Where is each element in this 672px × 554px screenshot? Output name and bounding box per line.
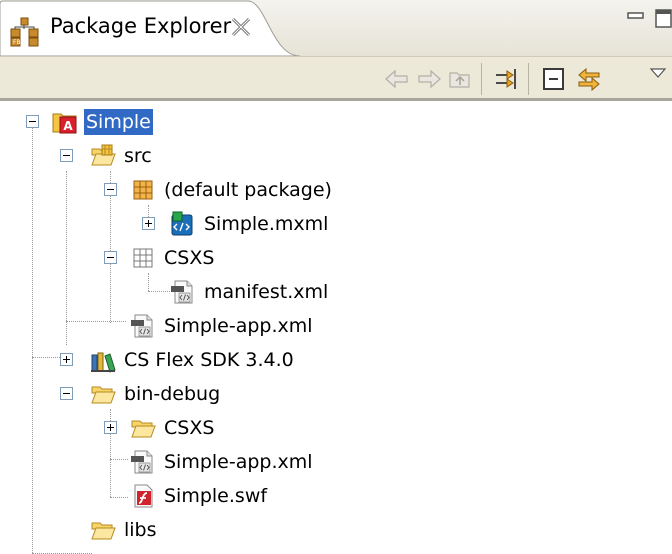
maximize-icon[interactable] [654,8,672,30]
folder-icon [90,381,116,407]
project-tree[interactable]: A Simple src (default package) Simple.mx… [0,101,672,554]
toolbar-separator [528,63,529,95]
collapse-toggle[interactable] [60,387,73,400]
tree-guide-line [148,291,170,292]
tree-node-csxs-folder[interactable]: CSXS [130,411,216,445]
tree-node-label: Simple-app.xml [164,315,313,337]
tree-guide-line [110,497,128,498]
tree-guide-line [32,357,60,358]
tree-node-label: (default package) [164,179,332,201]
tree-node-simple-app-xml[interactable]: Simple-app.xml [130,309,315,343]
tree-node-label: Simple [84,109,153,135]
tree-node-csxs-package[interactable]: CSXS [130,241,216,275]
library-icon [91,352,116,373]
package-icon [133,180,153,200]
xml-file-icon [170,279,196,305]
tree-guide-line [148,273,149,291]
view-toolbar [0,56,672,99]
tree-node-bin-debug[interactable]: bin-debug [90,377,222,411]
empty-package-icon [133,248,153,268]
package-explorer-tab[interactable]: FB Package Explorer [0,0,300,56]
tree-node-default-package[interactable]: (default package) [130,173,334,207]
tree-node-manifest-xml[interactable]: manifest.xml [170,275,330,309]
mxml-file-icon [171,211,193,236]
collapse-toggle[interactable] [60,149,73,162]
tree-node-label: Simple-app.xml [164,451,313,473]
svg-text:A: A [63,119,73,133]
tree-node-label: Simple.mxml [204,213,329,235]
svg-text:FB: FB [13,39,21,46]
tree-node-label: CS Flex SDK 3.4.0 [124,349,294,371]
view-title: Package Explorer [50,14,232,38]
package-explorer-icon: FB [10,17,40,47]
tree-node-src[interactable]: src [90,139,154,173]
tree-node-label: bin-debug [124,383,221,405]
tree-node-label: Simple.swf [164,485,268,507]
swf-file-icon [134,484,153,508]
package-explorer-view: FB Package Explorer A Simple src (defaul… [0,0,672,554]
collapse-all-icon[interactable] [540,65,568,93]
view-menu-icon[interactable] [646,65,672,93]
view-tab-bar: FB Package Explorer [0,0,672,56]
tree-node-label: CSXS [164,417,215,439]
xml-file-icon [130,449,156,475]
tree-node-label: src [124,145,152,167]
expand-toggle[interactable] [60,353,73,366]
up-folder-icon[interactable] [446,65,474,93]
forward-arrow-icon[interactable] [415,65,443,93]
tree-guide-line [32,121,33,553]
back-arrow-icon[interactable] [383,65,411,93]
folder-icon [90,517,116,543]
close-icon[interactable] [229,15,253,39]
collapse-toggle[interactable] [104,251,117,264]
source-folder-icon [90,144,116,169]
tree-node-simple-app-xml[interactable]: Simple-app.xml [130,445,315,479]
tree-node-label: manifest.xml [204,281,329,303]
flex-project-icon: A [52,113,77,134]
filter-icon[interactable] [493,65,521,93]
xml-file-icon [130,313,156,339]
tree-guide-line [66,171,67,345]
tree-node-libs[interactable]: libs [90,513,159,547]
link-with-editor-icon[interactable] [575,65,603,93]
collapse-toggle[interactable] [104,183,117,196]
tree-node-simple-swf[interactable]: Simple.swf [130,479,269,513]
collapse-toggle[interactable] [26,115,39,128]
tree-node-simple[interactable]: A Simple [52,105,153,139]
tree-node-simple-mxml[interactable]: Simple.mxml [170,207,330,241]
tree-node-label: libs [124,519,157,541]
tree-guide-line [66,321,126,322]
tree-node-cs-flex-sdk[interactable]: CS Flex SDK 3.4.0 [90,343,296,377]
expand-toggle[interactable] [142,217,155,230]
minimize-icon[interactable] [626,8,646,28]
toolbar-separator [481,63,482,95]
folder-icon [130,415,156,441]
tree-guide-line [110,459,128,460]
expand-toggle[interactable] [104,421,117,434]
tree-node-label: CSXS [164,247,215,269]
